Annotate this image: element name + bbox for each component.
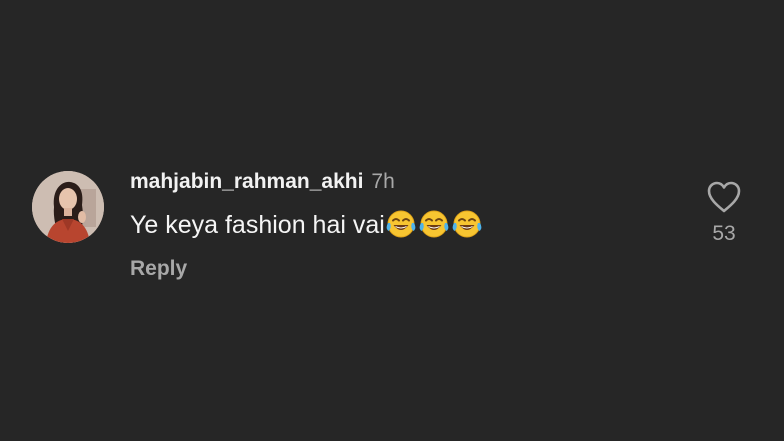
comment-item: mahjabin_rahman_akhi 7h Ye keya fashion h…: [0, 0, 784, 441]
emoji-group: [386, 209, 485, 248]
face-with-tears-of-joy-icon: [419, 209, 449, 239]
avatar[interactable]: [32, 171, 104, 243]
reply-button[interactable]: Reply: [130, 255, 187, 283]
face-with-tears-of-joy-icon: [452, 209, 482, 239]
profile-photo: [32, 171, 104, 243]
comment-header: mahjabin_rahman_akhi 7h: [130, 168, 395, 196]
comment-text: Ye keya fashion hai vai: [130, 211, 385, 239]
timestamp: 7h: [371, 170, 395, 193]
face-with-tears-of-joy-icon: [386, 209, 416, 239]
comment-text-row: Ye keya fashion hai vai: [130, 208, 485, 242]
like-button[interactable]: [706, 180, 742, 214]
heart-outline-icon: [707, 181, 741, 213]
username[interactable]: mahjabin_rahman_akhi: [130, 170, 363, 193]
like-count: 53: [712, 222, 736, 245]
